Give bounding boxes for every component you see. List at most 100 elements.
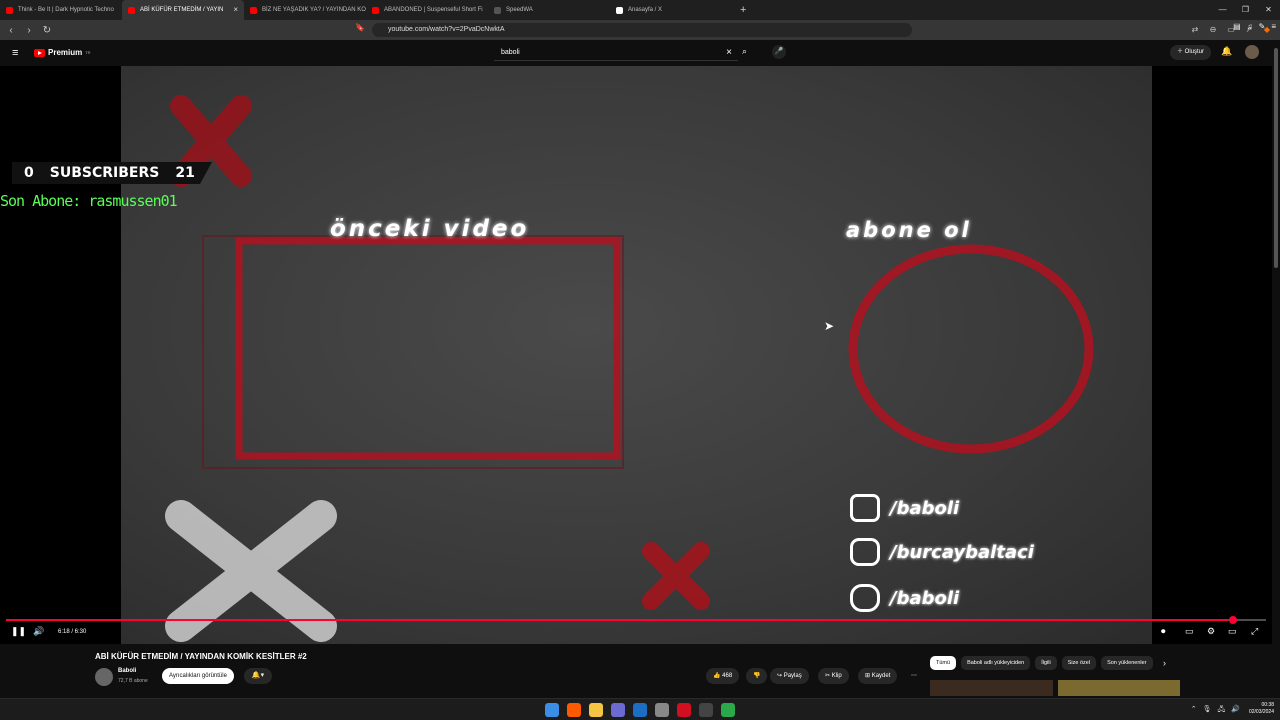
windows-start-icon[interactable]: [545, 703, 559, 717]
music-icon[interactable]: ♫: [1247, 22, 1253, 31]
page-scrollbar[interactable]: [1272, 40, 1280, 700]
clock[interactable]: 00:38 02/03/2024: [1249, 702, 1274, 716]
thumbnail[interactable]: [930, 680, 1053, 696]
like-button[interactable]: 👍 468: [706, 668, 740, 684]
clock-time: 00:38: [1261, 702, 1274, 708]
video-title: ABİ KÜFÜR ETMEDİM / YAYINDAN KOMİK KESİT…: [95, 652, 307, 661]
browser-tab[interactable]: BİZ NE YAŞADIK YA? / YAYINDAN KO: [244, 0, 366, 20]
zoom-icon[interactable]: ⊖: [1206, 22, 1220, 38]
opera-icon[interactable]: [677, 703, 691, 717]
channel-avatar[interactable]: [95, 668, 113, 686]
mic-tray-icon[interactable]: 🎙: [1203, 705, 1212, 716]
create-button[interactable]: ＋ Oluştur: [1170, 45, 1212, 60]
minimize-icon[interactable]: —: [1211, 0, 1234, 20]
join-button[interactable]: Ayrıcalıkları görüntüle: [162, 668, 234, 684]
translate-icon[interactable]: ⇄: [1188, 22, 1202, 38]
subtitles-icon[interactable]: ▭: [1185, 626, 1194, 637]
scrubber-handle[interactable]: [1229, 616, 1237, 624]
autoplay-toggle[interactable]: ⏺: [1161, 626, 1166, 637]
scroll-thumb[interactable]: [1274, 48, 1278, 268]
chip-related[interactable]: İlgili: [1035, 656, 1057, 670]
network-icon[interactable]: 🖧: [1217, 705, 1225, 716]
browser-tab[interactable]: SpeedWA: [488, 0, 610, 20]
menu-icon[interactable]: ≡: [1271, 22, 1276, 31]
youtube-play-icon: [34, 48, 45, 57]
subscribe-circle: [848, 244, 1094, 454]
channel-name[interactable]: Baboli: [118, 668, 136, 674]
discord-link: /baboli: [850, 584, 959, 612]
twitch-icon: [850, 494, 880, 522]
more-actions-icon[interactable]: ⋯: [904, 668, 924, 684]
microphone-icon[interactable]: 🎤: [772, 45, 786, 59]
browser-tab[interactable]: Think - Be It | Dark Hypnotic Techno: [0, 0, 122, 20]
thumbnail[interactable]: [1057, 680, 1180, 696]
progress-bar[interactable]: [6, 619, 1266, 621]
system-tray: ⌃ 🎙 🖧 🔊: [1191, 705, 1240, 716]
share-button[interactable]: ↪ Paylaş: [770, 668, 809, 684]
app-icon[interactable]: [655, 703, 669, 717]
app-icon-2[interactable]: [699, 703, 713, 717]
volume-tray-icon[interactable]: 🔊: [1231, 705, 1240, 716]
subs-right: 21: [175, 165, 195, 181]
clock-date: 02/03/2024: [1248, 709, 1274, 715]
dislike-button[interactable]: 👎: [746, 668, 768, 684]
video-player[interactable]: 0 SUBSCRIBERS 21 Son Abone: rasmussen01 …: [0, 66, 1272, 644]
instagram-link: /burcaybaltaci: [850, 538, 1034, 566]
forward-icon[interactable]: ›: [22, 25, 36, 36]
chip-for-you[interactable]: Size özel: [1061, 656, 1097, 670]
save-button[interactable]: ⊞ Kaydet: [858, 668, 898, 684]
social-label: /burcaybaltaci: [890, 541, 1034, 563]
close-window-icon[interactable]: ✕: [1257, 0, 1280, 20]
subscription-bell-button[interactable]: 🔔▾: [244, 668, 272, 684]
chip-all[interactable]: Tümü: [930, 656, 957, 670]
social-label: /baboli: [890, 587, 960, 609]
chip-uploader[interactable]: Baboli adlı yükleyiciden: [961, 656, 1031, 670]
previous-video-box-outline: [202, 235, 624, 469]
youtube-favicon-icon: [128, 6, 135, 14]
red-x-small-icon: [642, 542, 710, 610]
share-label: Paylaş: [783, 673, 802, 679]
channel-subscribers: 72,7 B abone: [118, 678, 148, 684]
taskbar-apps: [545, 703, 735, 717]
address-bar[interactable]: youtube.com/watch?v=2PvaDcNwktA: [372, 23, 912, 37]
brave-icon[interactable]: [567, 703, 581, 717]
youtube-favicon-icon: [6, 6, 13, 14]
search-input[interactable]: baboli ×: [494, 45, 738, 61]
recommendation-chips: Tümü Baboli adlı yükleyiciden İlgili Siz…: [930, 656, 1153, 670]
x-favicon-icon: [616, 6, 623, 14]
tray-expand-icon[interactable]: ⌃: [1191, 705, 1197, 716]
reload-icon[interactable]: ↻: [40, 25, 54, 36]
file-explorer-icon[interactable]: [589, 703, 603, 717]
discord-app-icon[interactable]: [611, 703, 625, 717]
hamburger-menu-icon[interactable]: ≡: [12, 47, 18, 59]
restore-icon[interactable]: ❐: [1234, 0, 1257, 20]
tab-title: Anasayfa / X: [628, 7, 663, 13]
social-label: /baboli: [890, 497, 960, 519]
browser-tab[interactable]: Anasayfa / X: [610, 0, 732, 20]
clip-button[interactable]: ✂ Klip: [818, 668, 849, 684]
volume-icon[interactable]: 🔊: [33, 626, 44, 637]
settings-icon[interactable]: ⚙: [1207, 626, 1215, 637]
close-tab-icon[interactable]: ×: [233, 5, 238, 14]
new-tab-icon[interactable]: +: [740, 4, 746, 16]
theater-mode-icon[interactable]: ▭: [1228, 626, 1237, 637]
previous-video-label: önceki video: [330, 216, 530, 242]
notifications-icon[interactable]: 🔔: [1221, 46, 1232, 57]
extensions-icon[interactable]: ✎: [1259, 22, 1266, 31]
steam-icon[interactable]: [633, 703, 647, 717]
youtube-logo[interactable]: Premium TR: [34, 48, 91, 57]
browser-tab[interactable]: ABANDONED | Suspenseful Short Fi: [366, 0, 488, 20]
chips-next-icon[interactable]: ›: [1163, 658, 1166, 668]
instagram-icon: [850, 538, 880, 566]
bookmark-icon[interactable]: 🔖: [355, 23, 365, 32]
whatsapp-icon[interactable]: [721, 703, 735, 717]
pause-icon[interactable]: ❚❚: [11, 626, 26, 637]
clear-search-icon[interactable]: ×: [726, 45, 732, 61]
back-icon[interactable]: ‹: [4, 25, 18, 36]
sidepanel-icon[interactable]: ▤: [1233, 22, 1241, 31]
fullscreen-icon[interactable]: ⤢: [1251, 626, 1258, 637]
browser-tab-active[interactable]: ABİ KÜFÜR ETMEDİM / YAYIN ×: [122, 0, 244, 20]
search-icon[interactable]: ⌕: [742, 46, 747, 57]
avatar[interactable]: [1245, 45, 1259, 59]
chip-recent[interactable]: Son yüklenenler: [1101, 656, 1153, 670]
